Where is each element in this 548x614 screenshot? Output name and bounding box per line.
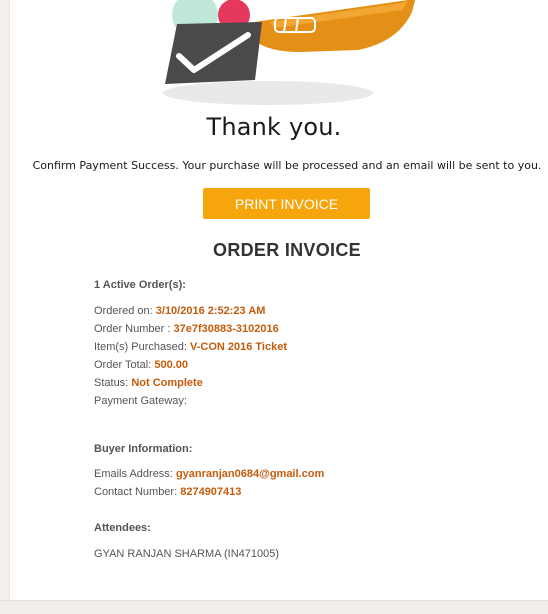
confirm-message: Confirm Payment Success. Your purchase w… — [32, 159, 542, 172]
field-label: Order Total: — [94, 359, 152, 371]
order-total-value: 500.00 — [154, 359, 188, 371]
order-total-row: Order Total: 500.00 — [94, 359, 188, 371]
email-row: Emails Address: gyanranjan0684@gmail.com — [94, 468, 324, 480]
field-label: Ordered on: — [94, 305, 153, 317]
items-purchased-row: Item(s) Purchased: V-CON 2016 Ticket — [94, 341, 287, 353]
left-margin — [0, 0, 10, 613]
items-purchased-value: V-CON 2016 Ticket — [189, 341, 287, 353]
email-label: Emails Address: — [94, 468, 173, 480]
contact-label: Contact Number: — [94, 486, 178, 498]
buyer-info-heading: Buyer Information: — [94, 443, 193, 455]
email-value: gyanranjan0684@gmail.com — [175, 468, 325, 480]
active-orders-heading: 1 Active Order(s): — [94, 279, 186, 291]
bottom-margin — [0, 600, 548, 614]
ordered-on-row: Ordered on: 3/10/2016 2:52:23 AM — [94, 305, 265, 317]
thank-you-heading: Thank you. — [206, 113, 342, 141]
attendees-heading: Attendees: — [94, 522, 151, 534]
payment-gateway-row: Payment Gateway: — [94, 395, 187, 407]
attendee-item: GYAN RANJAN SHARMA (IN471005) — [94, 548, 280, 560]
status-row: Status: Not Complete — [94, 377, 203, 389]
field-label: Payment Gateway: — [94, 395, 187, 407]
order-number-value: 37e7f30883-3102016 — [173, 323, 279, 335]
status-value: Not Complete — [131, 377, 203, 389]
ordered-on-value: 3/10/2016 2:52:23 AM — [155, 305, 266, 317]
card-shape — [165, 22, 262, 84]
field-label: Status: — [94, 377, 129, 389]
payment-success-illustration — [163, 0, 415, 105]
print-invoice-button[interactable]: PRINT INVOICE — [203, 188, 370, 219]
field-label: Order Number : — [94, 323, 171, 335]
order-number-row: Order Number : 37e7f30883-3102016 — [94, 323, 279, 335]
order-invoice-title: ORDER INVOICE — [213, 240, 361, 260]
field-label: Item(s) Purchased: — [94, 341, 187, 353]
illustration-shadow — [163, 81, 373, 105]
contact-value: 8274907413 — [180, 486, 242, 498]
contact-row: Contact Number: 8274907413 — [94, 486, 241, 498]
